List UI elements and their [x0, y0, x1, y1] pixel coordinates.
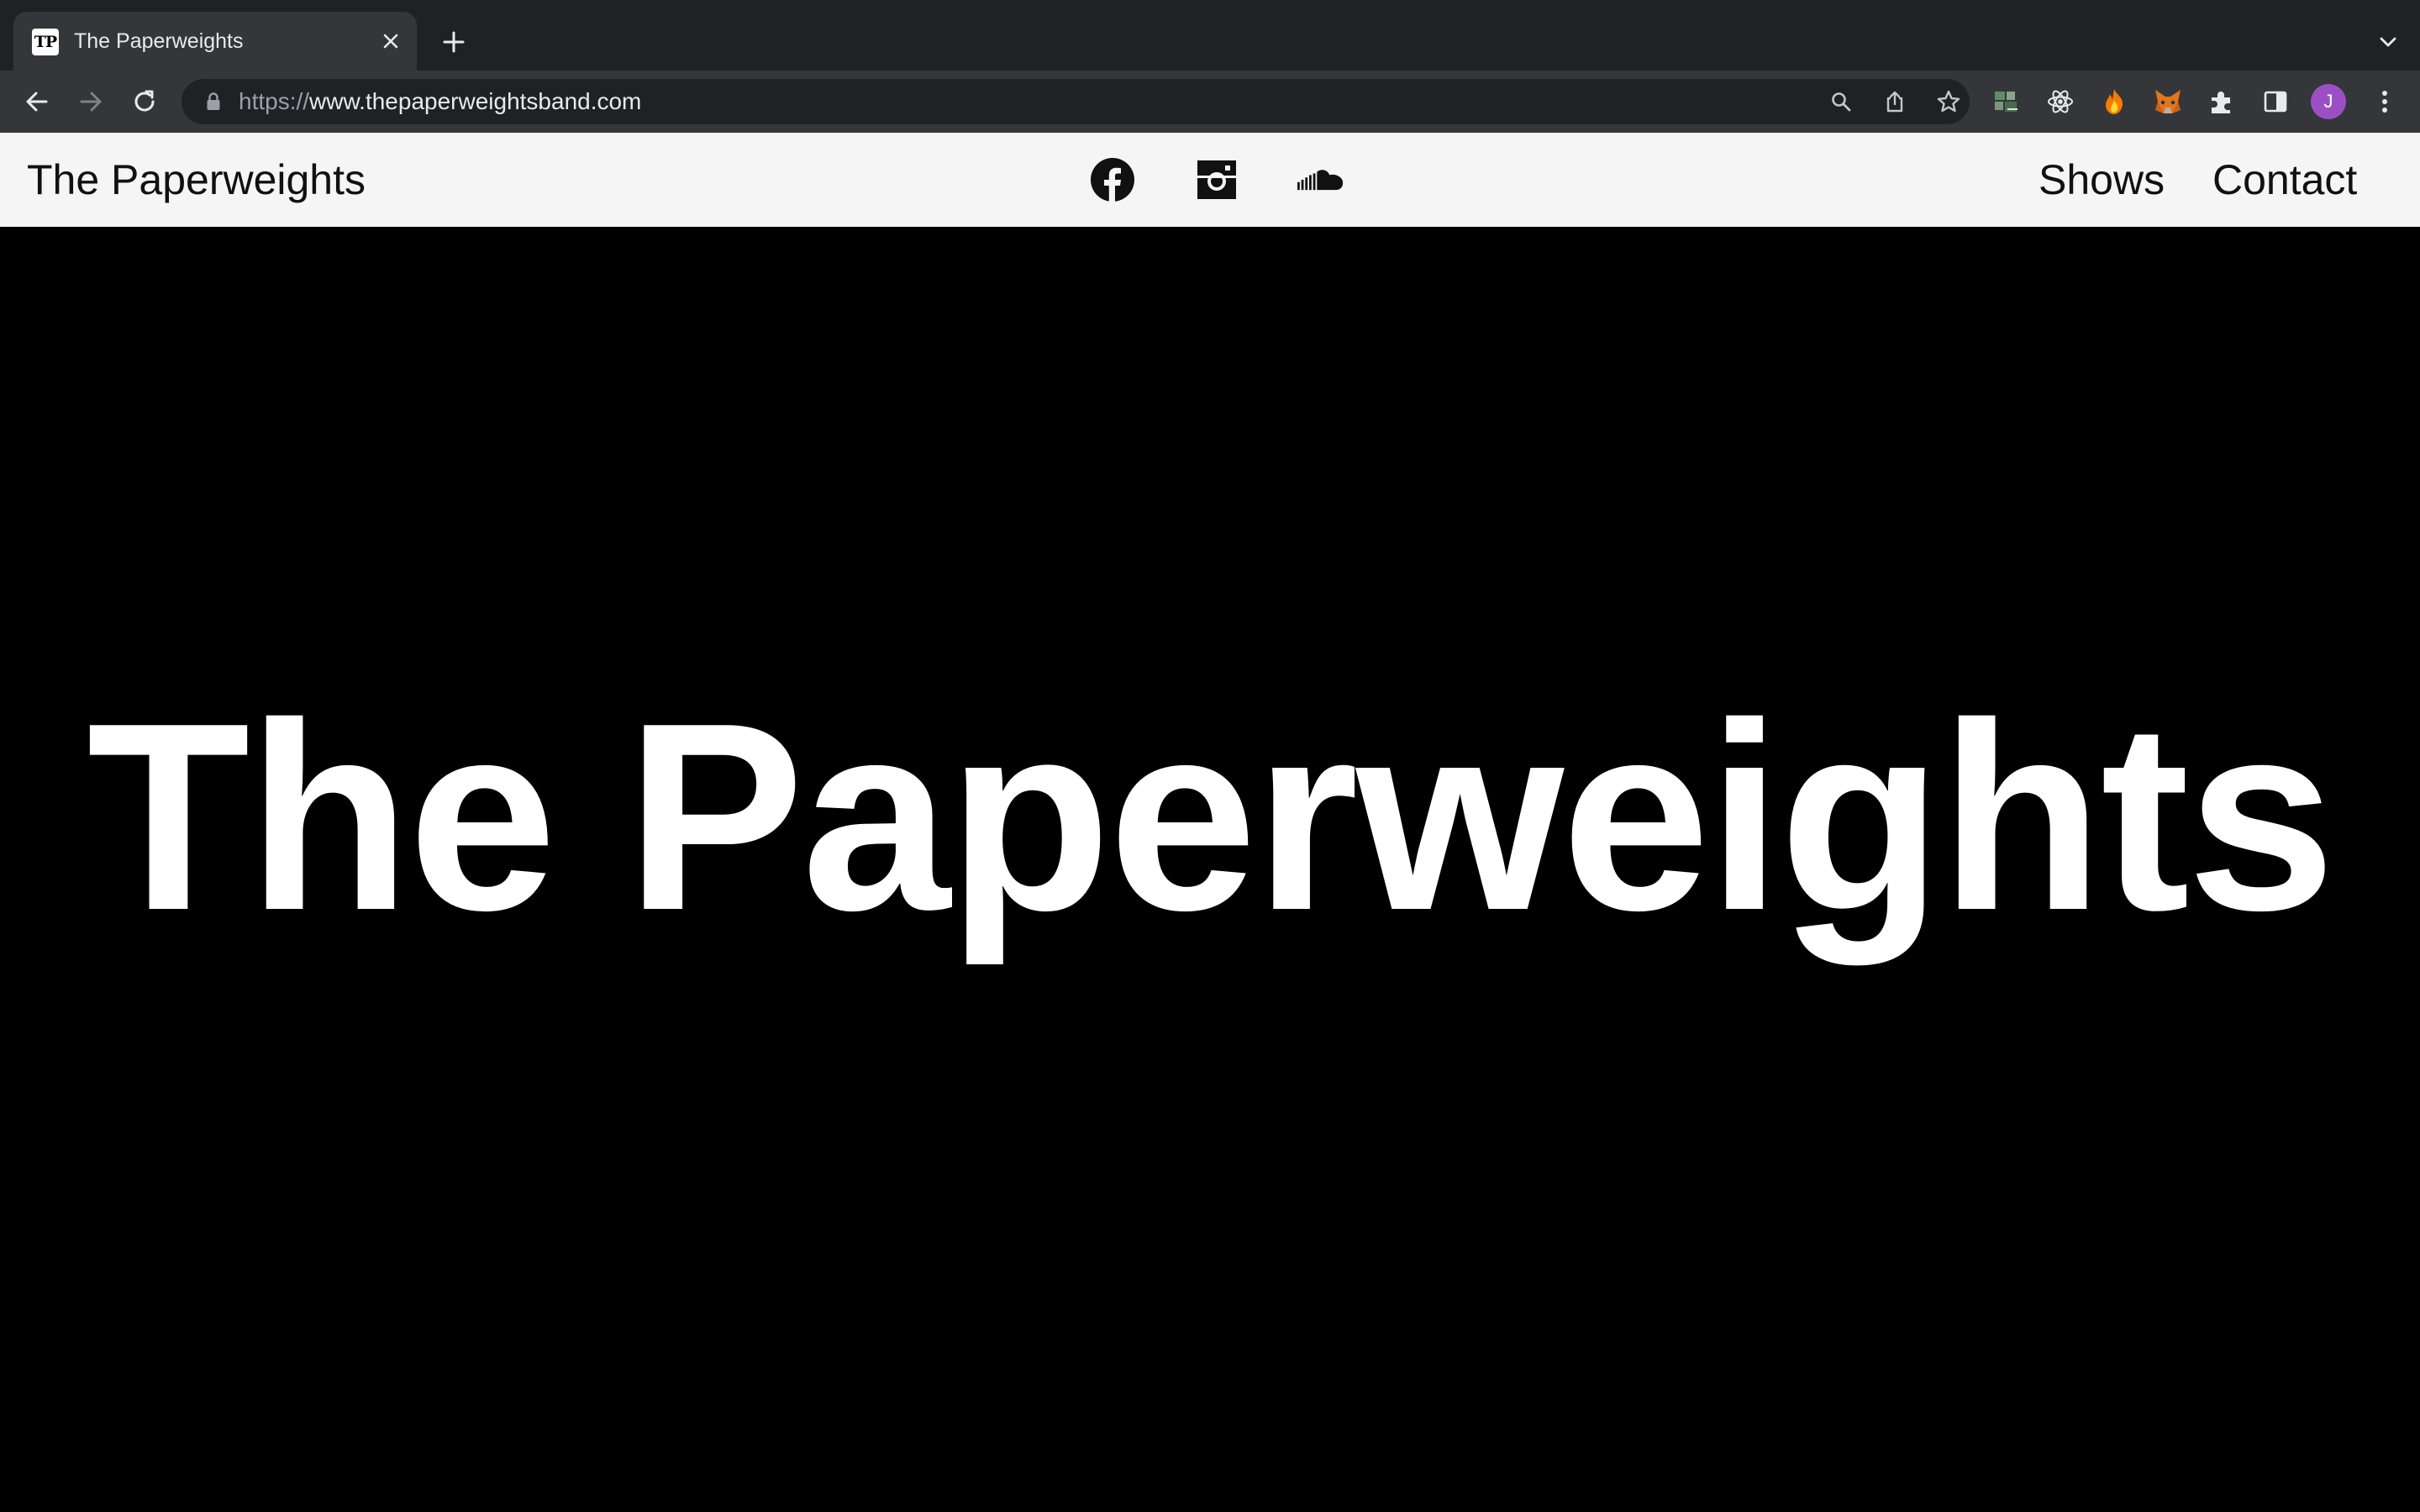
zoom-search-icon[interactable]: [1825, 86, 1857, 118]
address-bar[interactable]: https://www.thepaperweightsband.com: [182, 79, 1970, 124]
url-text[interactable]: https://www.thepaperweightsband.com: [239, 79, 641, 124]
hero-section: The Paperweights: [0, 227, 2420, 1512]
side-panel-icon[interactable]: [2259, 85, 2292, 118]
browser-tabstrip: TP The Paperweights: [0, 0, 2420, 71]
kebab-menu-icon[interactable]: [2368, 85, 2402, 118]
nav-link-contact[interactable]: Contact: [2212, 133, 2357, 227]
metamask-fox-icon[interactable]: [2151, 85, 2185, 118]
instagram-icon[interactable]: [1193, 156, 1240, 203]
url-scheme: https://: [239, 88, 310, 114]
site-brand-link[interactable]: The Paperweights: [27, 133, 366, 227]
tab-title: The Paperweights: [74, 29, 244, 53]
react-devtools-icon[interactable]: [2044, 85, 2077, 118]
browser-tab[interactable]: TP The Paperweights: [13, 12, 417, 71]
url-host: www.thepaperweightsband.com: [309, 88, 642, 114]
soundcloud-icon[interactable]: [1297, 156, 1344, 203]
flame-extension-icon[interactable]: [2097, 85, 2131, 118]
forward-arrow-icon[interactable]: [74, 85, 108, 118]
site-header: The Paperweights Shows Contact: [0, 133, 2420, 227]
reload-icon[interactable]: [128, 85, 161, 118]
back-arrow-icon[interactable]: [20, 85, 54, 118]
nav-link-shows[interactable]: Shows: [2039, 133, 2165, 227]
puzzle-piece-icon[interactable]: [2205, 85, 2238, 118]
browser-toolbar: https://www.thepaperweightsband.com J: [0, 71, 2420, 133]
hero-title: The Paperweights: [87, 668, 2335, 966]
new-tab-plus-icon[interactable]: [437, 25, 471, 59]
profile-avatar[interactable]: J: [2311, 84, 2346, 119]
extension-grid-icon[interactable]: [1990, 85, 2023, 118]
tab-favicon: TP: [32, 29, 59, 55]
facebook-icon[interactable]: [1089, 156, 1136, 203]
bookmark-star-icon[interactable]: [1933, 86, 1965, 118]
lock-icon[interactable]: [203, 92, 224, 112]
share-icon[interactable]: [1879, 86, 1911, 118]
close-icon[interactable]: [376, 27, 405, 55]
chevron-down-icon[interactable]: [2371, 25, 2405, 59]
